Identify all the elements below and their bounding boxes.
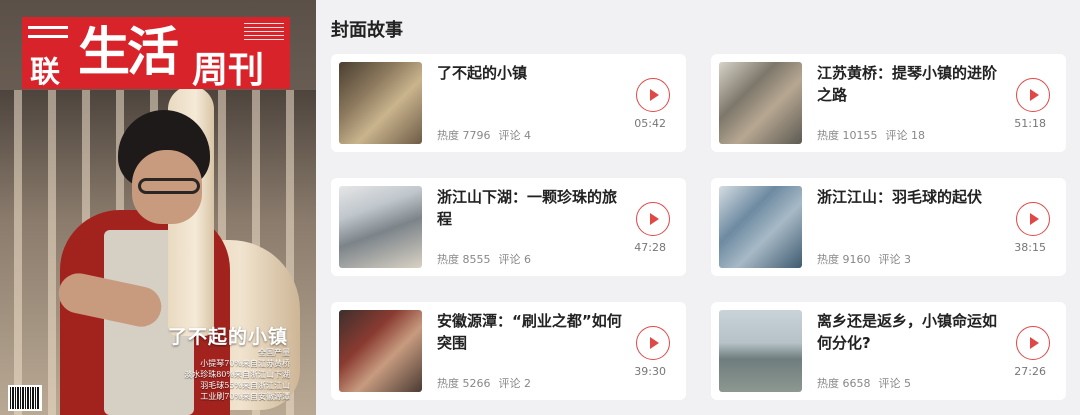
heat-count: 热度 7796: [437, 129, 491, 142]
episode-duration: 51:18: [1014, 117, 1046, 130]
comment-count: 评论 4: [498, 129, 532, 142]
play-circle-icon[interactable]: [636, 202, 670, 236]
episode-meta: 热度 10155 评论 18: [817, 127, 925, 143]
section-title: 封面故事: [331, 20, 403, 41]
heat-count: 热度 8555: [437, 253, 491, 266]
episode-meta: 热度 7796 评论 4: [437, 127, 531, 143]
episode-title[interactable]: 浙江江山：羽毛球的起伏: [817, 186, 1007, 208]
masthead-mark-right: 周刊: [192, 50, 265, 91]
episode-meta: 热度 6658 评论 5: [817, 375, 911, 391]
masthead-fine-print: [244, 23, 284, 41]
heat-count: 热度 9160: [817, 253, 871, 266]
episode-thumbnail[interactable]: [719, 310, 802, 392]
episode-thumbnail[interactable]: [339, 186, 422, 268]
episode-thumbnail[interactable]: [719, 62, 802, 144]
episode-title[interactable]: 了不起的小镇: [437, 62, 627, 84]
play-circle-icon[interactable]: [1016, 202, 1050, 236]
heat-count: 热度 5266: [437, 377, 491, 390]
episode-thumbnail[interactable]: [719, 186, 802, 268]
episode-title[interactable]: 离乡还是返乡，小镇命运如何分化?: [817, 310, 1007, 354]
episode-grid: 了不起的小镇 热度 7796 评论 4 05:42 江苏黄桥：提琴小镇的进阶之路 …: [331, 54, 1066, 415]
episode-card[interactable]: 离乡还是返乡，小镇命运如何分化? 热度 6658 评论 5 27:26: [711, 302, 1066, 400]
cover-subtitle: 羽毛球55%来自浙江江山: [200, 381, 290, 390]
play-circle-icon[interactable]: [636, 326, 670, 360]
play-circle-icon[interactable]: [636, 78, 670, 112]
play-circle-icon[interactable]: [1016, 78, 1050, 112]
episode-duration: 39:30: [634, 365, 666, 378]
episode-duration: 05:42: [634, 117, 666, 130]
cover-subtitle: 小提琴70%来自江苏黄桥: [200, 359, 290, 368]
episode-duration: 47:28: [634, 241, 666, 254]
episode-card[interactable]: 浙江江山：羽毛球的起伏 热度 9160 评论 3 38:15: [711, 178, 1066, 276]
episode-card[interactable]: 了不起的小镇 热度 7796 评论 4 05:42: [331, 54, 686, 152]
episode-title[interactable]: 浙江山下湖：一颗珍珠的旅程: [437, 186, 627, 230]
episode-meta: 热度 8555 评论 6: [437, 251, 531, 267]
glasses: [138, 178, 200, 194]
cover-masthead: 联 生活 周刊: [22, 17, 290, 91]
episode-thumbnail[interactable]: [339, 62, 422, 144]
masthead-mark-main: 生活: [78, 22, 179, 83]
cover-subtitles: 全国产量 小提琴70%来自江苏黄桥 淡水珍珠80%来自浙江山下湖 羽毛球55%来…: [184, 347, 290, 402]
cover-subtitle: 全国产量: [258, 348, 290, 357]
episode-card[interactable]: 安徽源潭：“刷业之都”如何突围 热度 5266 评论 2 39:30: [331, 302, 686, 400]
heat-count: 热度 6658: [817, 377, 871, 390]
comment-count: 评论 5: [878, 377, 912, 390]
comment-count: 评论 2: [498, 377, 532, 390]
cover-subtitle: 工业刷70%来自安徽源潭: [200, 392, 290, 401]
episode-thumbnail[interactable]: [339, 310, 422, 392]
episode-duration: 38:15: [1014, 241, 1046, 254]
episode-card[interactable]: 浙江山下湖：一颗珍珠的旅程 热度 8555 评论 6 47:28: [331, 178, 686, 276]
episode-meta: 热度 5266 评论 2: [437, 375, 531, 391]
magazine-cover[interactable]: 联 生活 周刊 了不起的小镇 全国产量 小提琴70%来自江苏黄桥 淡水珍珠80%…: [0, 0, 316, 415]
barcode: [8, 385, 42, 411]
comment-count: 评论 3: [878, 253, 912, 266]
heat-count: 热度 10155: [817, 129, 878, 142]
episode-title[interactable]: 江苏黄桥：提琴小镇的进阶之路: [817, 62, 1007, 106]
page: 联 生活 周刊 了不起的小镇 全国产量 小提琴70%来自江苏黄桥 淡水珍珠80%…: [0, 0, 1080, 415]
masthead-mark-left: 联: [30, 55, 60, 90]
masthead-lines: [28, 26, 68, 44]
episode-card[interactable]: 江苏黄桥：提琴小镇的进阶之路 热度 10155 评论 18 51:18: [711, 54, 1066, 152]
episode-duration: 27:26: [1014, 365, 1046, 378]
episode-meta: 热度 9160 评论 3: [817, 251, 911, 267]
play-circle-icon[interactable]: [1016, 326, 1050, 360]
episode-title[interactable]: 安徽源潭：“刷业之都”如何突围: [437, 310, 627, 354]
comment-count: 评论 18: [885, 129, 926, 142]
comment-count: 评论 6: [498, 253, 532, 266]
cover-subtitle: 淡水珍珠80%来自浙江山下湖: [184, 370, 290, 379]
cover-headline: 了不起的小镇: [167, 326, 288, 348]
